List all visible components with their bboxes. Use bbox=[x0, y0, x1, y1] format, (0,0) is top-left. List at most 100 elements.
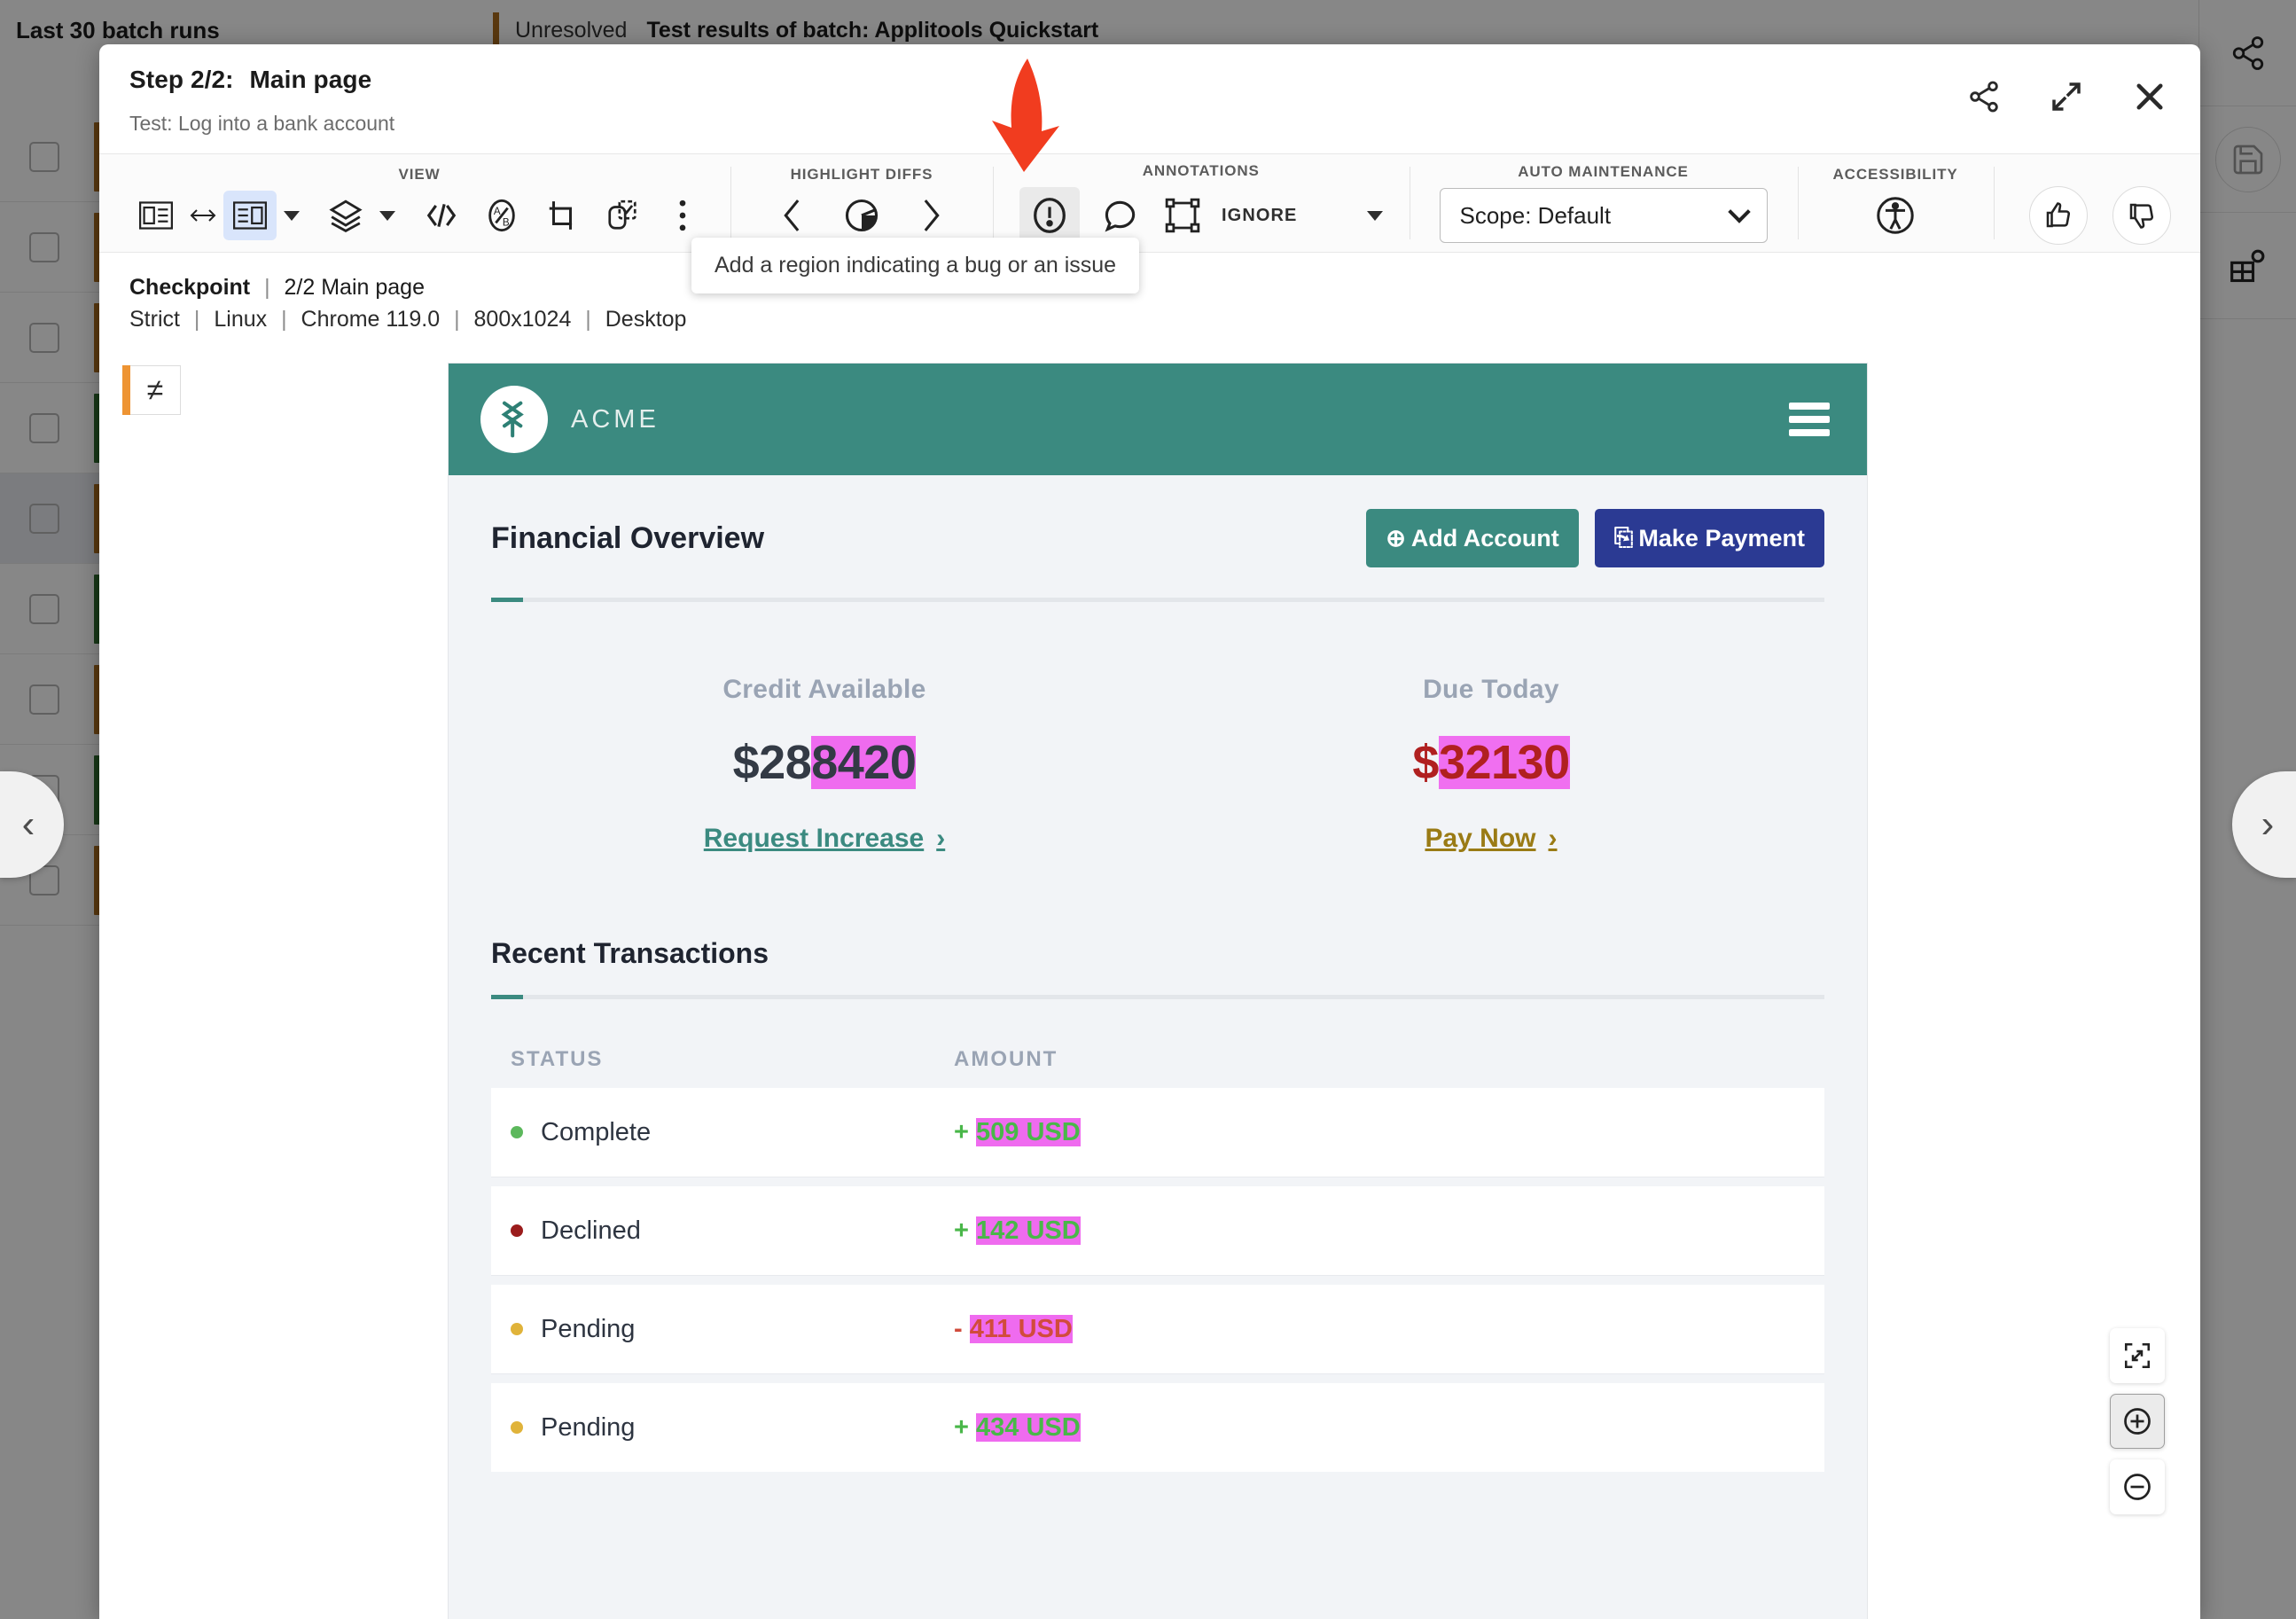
toolbar-group-label: ANNOTATIONS bbox=[1143, 162, 1260, 180]
chevron-down-icon bbox=[1728, 200, 1750, 223]
side-by-side-icon[interactable] bbox=[129, 191, 183, 240]
transaction-status: Declined bbox=[511, 1216, 954, 1246]
financial-overview-title: Financial Overview bbox=[491, 521, 764, 556]
close-icon[interactable] bbox=[2131, 78, 2168, 115]
fit-to-screen-icon[interactable] bbox=[2110, 1328, 2165, 1383]
make-payment-button[interactable]: ⎘ Make Payment bbox=[1595, 509, 1824, 567]
annotations-chevron-icon[interactable] bbox=[1367, 211, 1383, 221]
column-header-amount: AMOUNT bbox=[954, 1047, 1058, 1072]
select-region-icon[interactable] bbox=[596, 191, 649, 240]
env-match-level: Strict bbox=[129, 307, 180, 332]
section-underline bbox=[491, 598, 1824, 602]
checkpoint-env: Strict | Linux | Chrome 119.0 | 800x1024… bbox=[129, 304, 2170, 336]
acme-app-header: ACME bbox=[449, 364, 1867, 475]
crop-icon[interactable] bbox=[535, 191, 589, 240]
single-view-icon[interactable] bbox=[223, 191, 277, 240]
env-browser: Chrome 119.0 bbox=[301, 307, 441, 332]
accessibility-icon[interactable] bbox=[1869, 191, 1922, 240]
screenshot-preview: ACME Financial Overview ⊕ Add Account ⎘ … bbox=[449, 364, 1867, 1619]
transaction-amount: - 411 USD bbox=[954, 1315, 1073, 1344]
status-dot-pending bbox=[511, 1323, 523, 1335]
expand-icon[interactable] bbox=[2048, 78, 2085, 115]
prev-diff-icon[interactable] bbox=[766, 191, 819, 240]
modal-toolbar: VIEW bbox=[99, 153, 2200, 253]
table-row[interactable]: Complete + 509 USD bbox=[491, 1088, 1824, 1177]
transaction-status: Complete bbox=[511, 1118, 954, 1147]
kpi-credit-available: Credit Available $288420 Request Increas… bbox=[491, 675, 1158, 854]
toolbar-group-label: VIEW bbox=[398, 166, 440, 184]
column-header-status: STATUS bbox=[511, 1047, 954, 1072]
transactions-column-headers: STATUS AMOUNT bbox=[491, 1047, 1824, 1072]
add-account-button[interactable]: ⊕ Add Account bbox=[1366, 509, 1579, 567]
transaction-status: Pending bbox=[511, 1413, 954, 1443]
thumbs-down-icon[interactable] bbox=[2112, 186, 2171, 245]
pay-now-link[interactable]: Pay Now › bbox=[1425, 824, 1557, 854]
layers-icon[interactable] bbox=[319, 191, 372, 240]
toolbar-group-label: AUTO MAINTENANCE bbox=[1518, 163, 1689, 181]
chevron-down-icon[interactable] bbox=[284, 211, 300, 221]
next-diff-icon[interactable] bbox=[904, 191, 957, 240]
toolbar-group-label: ACCESSIBILITY bbox=[1833, 166, 1958, 184]
share-icon[interactable] bbox=[1966, 79, 2002, 114]
kpi-label: Due Today bbox=[1158, 675, 1824, 705]
status-dot-complete bbox=[511, 1126, 523, 1138]
more-options-icon[interactable] bbox=[656, 191, 709, 240]
kpi-label: Credit Available bbox=[491, 675, 1158, 705]
diff-status-chip[interactable]: ≠ bbox=[129, 365, 181, 415]
toolbar-feedback bbox=[1994, 154, 2200, 252]
scope-select[interactable]: Scope: Default bbox=[1440, 188, 1768, 243]
bug-region-tooltip: Add a region indicating a bug or an issu… bbox=[691, 238, 1139, 293]
table-row[interactable]: Pending - 411 USD bbox=[491, 1285, 1824, 1373]
bug-region-icon[interactable] bbox=[1019, 187, 1080, 244]
amount-value: 142 USD bbox=[976, 1216, 1081, 1245]
ab-compare-icon[interactable]: A B bbox=[475, 191, 528, 240]
nav-prev-chevron-icon: ‹ bbox=[22, 802, 35, 847]
table-row[interactable]: Pending + 434 USD bbox=[491, 1383, 1824, 1472]
svg-text:A: A bbox=[494, 206, 501, 217]
amount-sign: + bbox=[954, 1413, 969, 1442]
transaction-amount: + 434 USD bbox=[954, 1413, 1081, 1443]
thumbs-up-icon[interactable] bbox=[2029, 186, 2088, 245]
hamburger-menu-icon[interactable] bbox=[1789, 396, 1830, 442]
amount-value: 509 USD bbox=[976, 1118, 1081, 1146]
payment-icon: ⎘ bbox=[1614, 524, 1634, 552]
env-viewport: 800x1024 bbox=[474, 307, 572, 332]
table-row[interactable]: Declined + 142 USD bbox=[491, 1186, 1824, 1275]
not-equal-icon: ≠ bbox=[147, 373, 164, 408]
chevron-right-icon: › bbox=[1549, 824, 1558, 854]
kpi-value: $288420 bbox=[491, 735, 1158, 790]
request-increase-link[interactable]: Request Increase › bbox=[704, 824, 945, 854]
transaction-status: Pending bbox=[511, 1315, 954, 1344]
status-label: Declined bbox=[541, 1216, 641, 1246]
kpi-value: $32130 bbox=[1158, 735, 1824, 790]
env-device: Desktop bbox=[605, 307, 687, 332]
step-title: Main page bbox=[250, 66, 372, 93]
toolbar-group-view: VIEW bbox=[99, 154, 730, 252]
amount-sign: + bbox=[954, 1118, 969, 1146]
toolbar-group-accessibility: ACCESSIBILITY bbox=[1798, 154, 1994, 252]
section-underline bbox=[491, 995, 1824, 999]
status-label: Complete bbox=[541, 1118, 651, 1147]
modal-header: Step 2/2: Main page Test: Log into a ban… bbox=[99, 44, 2200, 153]
checkpoint-label: Checkpoint bbox=[129, 275, 250, 300]
ignore-region-icon[interactable] bbox=[1161, 191, 1204, 240]
ignore-label: IGNORE bbox=[1222, 206, 1298, 226]
code-icon[interactable] bbox=[415, 191, 468, 240]
layers-chevron-icon[interactable] bbox=[379, 211, 395, 221]
diff-cycle-icon[interactable] bbox=[835, 191, 888, 240]
zoom-controls bbox=[2110, 1328, 2165, 1514]
toolbar-group-label: HIGHLIGHT DIFFS bbox=[791, 166, 933, 184]
kpi-due-today: Due Today $32130 Pay Now › bbox=[1158, 675, 1824, 854]
link-label: Pay Now bbox=[1425, 824, 1535, 854]
zoom-out-icon[interactable] bbox=[2110, 1459, 2165, 1514]
zoom-in-icon[interactable] bbox=[2110, 1394, 2165, 1449]
step-label: Step 2/2: bbox=[129, 66, 234, 93]
status-dot-pending bbox=[511, 1421, 523, 1434]
status-label: Pending bbox=[541, 1315, 635, 1344]
status-label: Pending bbox=[541, 1413, 635, 1443]
amount-value: 434 USD bbox=[976, 1413, 1081, 1442]
financial-overview-header: Financial Overview ⊕ Add Account ⎘ Make … bbox=[491, 509, 1824, 567]
chevron-right-icon: › bbox=[936, 824, 945, 854]
recent-transactions-title: Recent Transactions bbox=[491, 937, 1824, 970]
comment-icon[interactable] bbox=[1094, 191, 1147, 240]
